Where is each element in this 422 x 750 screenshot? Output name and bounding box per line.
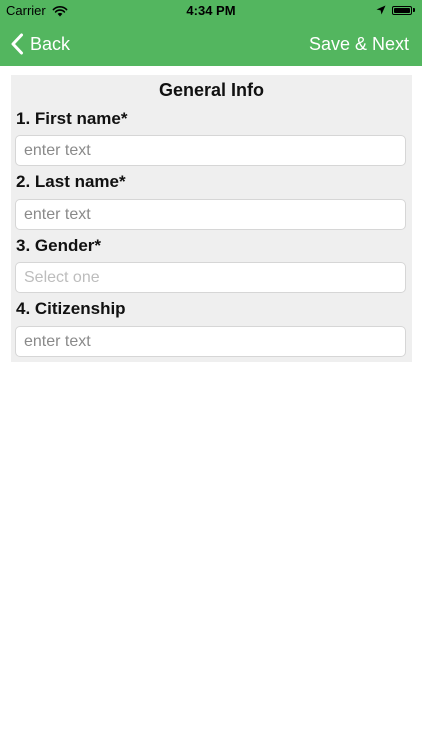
status-time: 4:34 PM bbox=[186, 3, 236, 18]
nav-bar: Back Save & Next bbox=[0, 22, 422, 66]
general-info-form: General Info 1. First name* 2. Last name… bbox=[11, 75, 412, 362]
back-label: Back bbox=[30, 33, 71, 54]
last-name-input[interactable] bbox=[15, 199, 406, 230]
chevron-left-icon bbox=[11, 33, 23, 55]
header: Carrier 4:34 PM Back Save & Next bbox=[0, 0, 422, 66]
battery-icon bbox=[392, 4, 416, 16]
citizenship-input[interactable] bbox=[15, 326, 406, 357]
back-button[interactable]: Back bbox=[10, 22, 70, 66]
last-name-label: 2. Last name* bbox=[16, 172, 126, 191]
gender-label: 3. Gender* bbox=[16, 236, 102, 255]
location-arrow-icon bbox=[376, 5, 386, 15]
status-bar: Carrier 4:34 PM bbox=[0, 0, 422, 22]
first-name-label: 1. First name* bbox=[16, 109, 128, 128]
status-right bbox=[376, 4, 416, 16]
citizenship-label: 4. Citizenship bbox=[16, 299, 126, 318]
screen: Carrier 4:34 PM Back Save & Next General… bbox=[0, 0, 422, 750]
first-name-input[interactable] bbox=[15, 135, 406, 166]
section-title: General Info bbox=[158, 80, 265, 100]
gender-select[interactable]: Select one bbox=[15, 262, 406, 293]
save-next-button[interactable]: Save & Next bbox=[309, 22, 409, 66]
